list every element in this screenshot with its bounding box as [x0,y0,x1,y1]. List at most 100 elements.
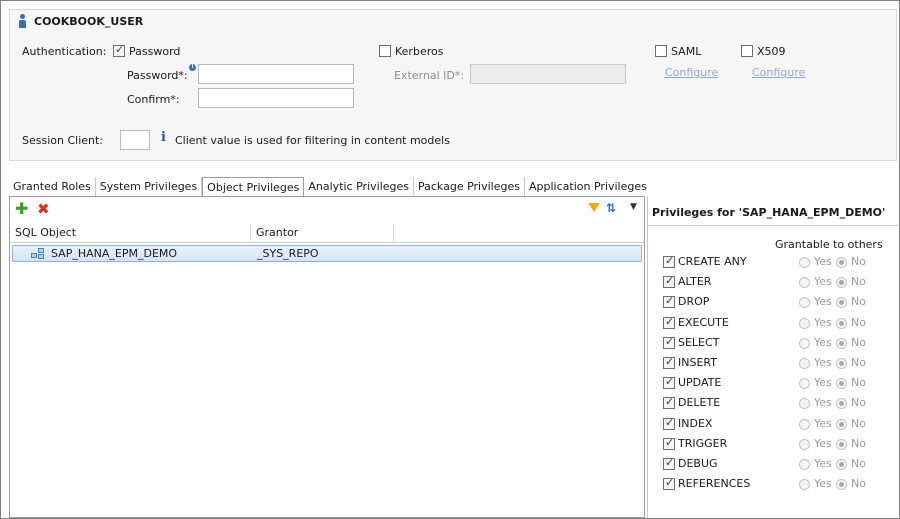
remove-icon[interactable]: ✖ [37,201,50,217]
privilege-name: DROP [678,295,710,309]
grantable-no-radio[interactable] [836,337,847,349]
sort-icon[interactable]: ⇅ [606,200,616,216]
grantable-no-label: No [851,356,866,369]
kerberos-checkbox-label: Kerberos [395,45,444,58]
kerberos-checkbox[interactable] [379,45,391,57]
grantable-yes-label: Yes [814,396,832,410]
tab-application-privileges[interactable]: Application Privileges [525,177,651,196]
privilege-checkbox[interactable] [663,416,675,430]
grantable-no-radio[interactable] [836,358,847,369]
grantable-yes-radio[interactable] [799,378,810,390]
user-icon [18,14,27,28]
grantable-no-radio[interactable] [836,459,847,470]
grantable-no-radio[interactable] [836,418,847,430]
privilege-row: INSERT Yes No [648,353,900,373]
divider [648,225,900,226]
add-icon[interactable]: ✚ [15,201,28,217]
object-toolbar: ✚ ✖ ⇅ ▼ [10,197,644,223]
session-client-input[interactable] [120,130,150,150]
privilege-checkbox[interactable] [663,436,675,450]
saml-checkbox-label: SAML [671,45,702,58]
grantable-yes-label: Yes [814,477,832,491]
privilege-row: DEBUG Yes No [648,454,900,474]
grantable-yes-radio[interactable] [799,337,810,349]
privilege-checkbox[interactable] [663,335,675,349]
confirm-field-label: Confirm*: [127,93,180,106]
grantable-yes-label: Yes [814,436,832,450]
grantable-no-radio[interactable] [836,398,847,410]
tab-granted-roles[interactable]: Granted Roles [9,177,96,196]
session-client-label: Session Client: [22,134,104,147]
privilege-checkbox[interactable] [663,476,675,491]
grantable-no-label: No [851,295,866,309]
privilege-checkbox[interactable] [663,375,675,390]
password-field-label: Password*: [127,69,188,82]
privilege-checkbox[interactable] [663,355,675,369]
tab-system-privileges[interactable]: System Privileges [96,177,203,196]
grantable-yes-radio[interactable] [799,358,810,369]
session-client-hint: Client value is used for filtering in co… [175,134,450,147]
password-info-icon: i [189,64,196,71]
tab-package-privileges[interactable]: Package Privileges [414,177,525,196]
grantable-yes-radio[interactable] [799,479,810,491]
view-menu-chevron-down-icon[interactable]: ▼ [630,202,637,212]
table-row[interactable]: SAP_HANA_EPM_DEMO _SYS_REPO [12,245,642,262]
grantable-no-label: No [851,477,866,491]
x509-checkbox[interactable] [741,45,753,57]
grantable-yes-radio[interactable] [799,277,810,289]
grantable-yes-label: Yes [814,416,832,430]
grantable-yes-radio[interactable] [799,418,810,430]
grantable-yes-radio[interactable] [799,257,810,268]
saml-configure-link[interactable]: Configure [665,66,718,79]
sql-object-cell: SAP_HANA_EPM_DEMO [51,247,178,260]
saml-checkbox[interactable] [655,45,667,57]
grantable-yes-label: Yes [814,275,832,289]
privilege-name: CREATE ANY [678,255,747,268]
privilege-name: SELECT [678,335,720,349]
user-details-pane: COOKBOOK_USER Authentication: Password P… [9,9,897,161]
privilege-tabs: Granted Roles System Privileges Object P… [9,177,651,197]
filter-icon[interactable] [588,203,600,212]
privilege-checkbox[interactable] [663,254,675,268]
tab-object-privileges[interactable]: Object Privileges [202,177,305,197]
password-checkbox[interactable] [113,43,125,57]
grantable-no-radio[interactable] [836,438,847,450]
grantable-no-radio[interactable] [836,257,847,268]
column-header-sql-object[interactable]: SQL Object [10,224,251,242]
privilege-checkbox[interactable] [663,456,675,470]
privilege-row: ALTER Yes No [648,272,900,292]
privilege-checkbox[interactable] [663,395,675,410]
grantable-no-radio[interactable] [836,277,847,289]
grantable-no-radio[interactable] [836,378,847,390]
privilege-name: DELETE [678,396,721,410]
privilege-checkbox[interactable] [663,315,675,329]
password-input[interactable] [198,64,354,84]
privilege-row: DELETE Yes No [648,393,900,413]
privilege-name: ALTER [678,275,712,289]
privilege-checkbox[interactable] [663,274,675,289]
privilege-checkbox[interactable] [663,294,675,309]
privilege-name: DEBUG [678,457,718,470]
grantable-no-label: No [851,416,866,430]
external-id-label: External ID*: [394,69,465,82]
grantable-yes-radio[interactable] [799,398,810,410]
user-title: COOKBOOK_USER [18,14,143,28]
x509-configure-link[interactable]: Configure [752,66,805,79]
grantable-yes-label: Yes [814,255,832,268]
grantable-no-radio[interactable] [836,317,847,329]
grantable-no-label: No [851,457,866,470]
tab-analytic-privileges[interactable]: Analytic Privileges [304,177,414,196]
grantable-yes-radio[interactable] [799,459,810,470]
grantable-no-radio[interactable] [836,297,847,309]
confirm-password-input[interactable] [198,88,354,108]
schema-icon [31,248,45,260]
authentication-label: Authentication: [22,45,107,58]
grantable-yes-radio[interactable] [799,438,810,450]
grantable-no-radio[interactable] [836,479,847,491]
column-header-grantor[interactable]: Grantor [251,224,394,242]
privilege-name: UPDATE [678,376,722,390]
grantable-yes-radio[interactable] [799,317,810,329]
password-checkbox-label: Password [129,45,181,58]
grantable-yes-radio[interactable] [799,297,810,309]
privilege-row: SELECT Yes No [648,333,900,353]
